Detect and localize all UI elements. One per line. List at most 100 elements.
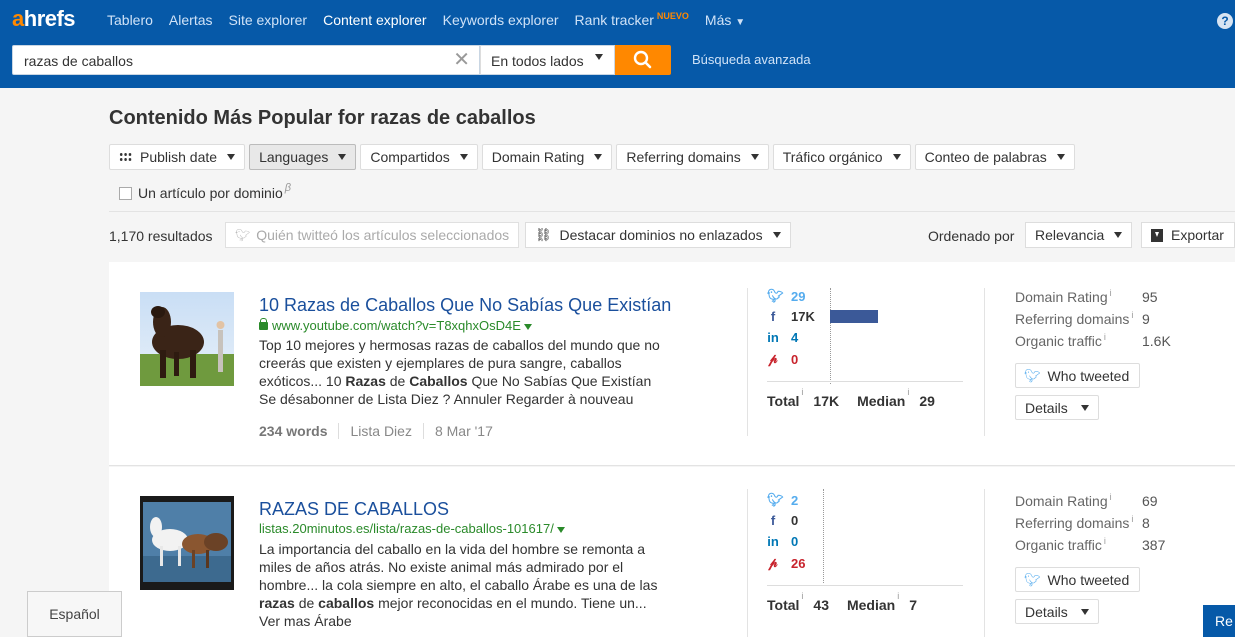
info-icon[interactable]: i: [801, 591, 803, 607]
snippet-text: La importancia del caballo en la vida de…: [259, 541, 658, 593]
twitter-icon: 🐦︎: [1024, 367, 1041, 383]
top-bar: ahrefs Tablero Alertas Site explorer Con…: [0, 0, 1235, 88]
info-icon[interactable]: i: [801, 387, 803, 403]
info-icon[interactable]: i: [1104, 332, 1106, 342]
chevron-down-icon: [892, 154, 901, 160]
search-scope-select[interactable]: En todos lados: [480, 45, 615, 75]
domain-metrics: Domain Rating i 95 Referring domains i 9 Org…: [1015, 288, 1171, 355]
filter-conteo-palabras[interactable]: Conteo de palabras: [914, 144, 1075, 170]
filter-languages[interactable]: Languages: [249, 144, 357, 170]
clear-icon[interactable]: ✕: [453, 49, 470, 71]
metric-referring-domains: Referring domains i 8: [1015, 514, 1150, 531]
twitter-shares: 🐦︎ 29: [767, 288, 806, 304]
chevron-down-icon: [556, 527, 565, 533]
details-button[interactable]: Details: [1015, 395, 1099, 420]
result-title-link[interactable]: 10 Razas de Caballos Que No Sabías Que E…: [259, 295, 671, 316]
snippet-text: de: [385, 373, 410, 389]
info-icon[interactable]: i: [1110, 492, 1112, 502]
result-snippet: La importancia del caballo en la vida de…: [259, 540, 669, 630]
details-button[interactable]: Details: [1015, 599, 1099, 624]
chevron-down-icon: [1114, 232, 1123, 238]
who-tweeted-button[interactable]: 🐦︎ Who tweeted: [1015, 363, 1141, 388]
ahrefs-logo[interactable]: ahrefs: [12, 6, 76, 32]
twitter-icon: 🐦︎: [1024, 571, 1041, 587]
language-selector[interactable]: Español: [27, 591, 122, 637]
main-nav: Tablero Alertas Site explorer Content ex…: [107, 11, 761, 28]
highlight-unlinked-button[interactable]: ⛓︎ Destacar dominios no enlazados: [525, 222, 791, 248]
info-icon[interactable]: i: [1131, 514, 1133, 524]
info-icon[interactable]: i: [1104, 536, 1106, 546]
filter-publish-date[interactable]: Publish date: [109, 144, 246, 170]
result-card: 10 Razas de Caballos Que No Sabías Que E…: [109, 262, 1235, 466]
beta-mark: β: [284, 182, 292, 194]
re-button[interactable]: Re: [1203, 605, 1235, 637]
filter-compartidos[interactable]: Compartidos: [360, 144, 478, 170]
search-input[interactable]: razas de caballos ✕: [12, 45, 480, 75]
publish-date: 8 Mar '17: [434, 423, 493, 439]
metric-domain-rating: Domain Rating i 69: [1015, 492, 1158, 509]
keyword-highlight: caballos: [318, 595, 375, 611]
pinterest-icon: 𝓅: [768, 555, 778, 570]
word-count: 234 words: [259, 423, 340, 439]
nav-content-explorer[interactable]: Content explorer: [323, 12, 427, 28]
calendar-grid-icon: [119, 152, 132, 162]
column-divider: [984, 288, 985, 436]
chevron-down-icon: [1056, 154, 1065, 160]
info-icon[interactable]: i: [897, 591, 899, 607]
result-thumbnail[interactable]: [140, 496, 234, 590]
divider: [109, 211, 1235, 212]
one-per-domain-label: Un artículo por dominio: [138, 185, 283, 201]
chevron-down-icon: [595, 54, 603, 60]
unlink-icon: ⛓︎: [535, 227, 552, 242]
result-url[interactable]: listas.20minutos.es/lista/razas-de-cabal…: [259, 521, 565, 536]
total-label: Total: [767, 597, 800, 613]
sort-select[interactable]: Relevancia: [1025, 222, 1133, 248]
lock-icon: [259, 318, 268, 330]
search-button[interactable]: [615, 45, 671, 75]
nav-tablero[interactable]: Tablero: [107, 12, 153, 28]
nav-site-explorer[interactable]: Site explorer: [229, 12, 308, 28]
who-tweeted-button[interactable]: 🐦︎ Who tweeted: [1015, 567, 1141, 592]
nav-rank-tracker[interactable]: Rank tracker NUEVO: [575, 11, 689, 28]
facebook-icon: f: [770, 513, 776, 528]
twitter-shares: 🐦︎ 2: [767, 492, 799, 508]
result-thumbnail[interactable]: [140, 292, 234, 386]
result-card: RAZAS DE CABALLOS listas.20minutos.es/li…: [109, 467, 1235, 637]
who-tweeted-selected-button[interactable]: 🐦︎ Quién twitteó los artículos selecciona…: [225, 222, 520, 248]
info-icon[interactable]: i: [907, 387, 909, 403]
snippet-text: de: [294, 595, 319, 611]
median-label: Median: [846, 597, 896, 613]
nav-more[interactable]: Más ▼: [705, 12, 745, 28]
twitter-icon: 🐦︎: [767, 288, 784, 303]
result-url[interactable]: www.youtube.com/watch?v=T8xqhxOsD4E: [259, 318, 532, 333]
keyword-highlight: razas: [259, 595, 295, 611]
result-snippet: Top 10 mejores y hermosas razas de cabal…: [259, 336, 669, 408]
keyword-highlight: Caballos: [409, 373, 468, 389]
author[interactable]: Lista Diez: [350, 423, 424, 439]
one-per-domain-toggle[interactable]: Un artículo por dominio β: [119, 182, 292, 201]
result-title-link[interactable]: RAZAS DE CABALLOS: [259, 499, 449, 520]
median-value: 7: [909, 597, 918, 613]
metric-organic-traffic: Organic traffic i 1.6K: [1015, 332, 1171, 349]
export-icon: [1151, 228, 1163, 242]
filter-trafico-organico[interactable]: Tráfico orgánico: [772, 144, 911, 170]
nav-alertas[interactable]: Alertas: [169, 12, 213, 28]
export-button[interactable]: Exportar: [1141, 222, 1235, 248]
facebook-shares: f 17K: [767, 309, 815, 324]
results-count: 1,170 resultados: [109, 228, 213, 244]
facebook-shares: f0: [767, 513, 798, 528]
info-icon[interactable]: i: [1131, 310, 1133, 320]
column-divider: [747, 288, 748, 436]
totals-divider: [767, 381, 963, 382]
median-line: [823, 489, 824, 583]
column-divider: [747, 489, 748, 637]
linkedin-icon: in: [767, 330, 779, 345]
one-per-domain-checkbox[interactable]: [119, 186, 132, 200]
advanced-search-link[interactable]: Búsqueda avanzada: [692, 52, 811, 67]
filter-referring-domains[interactable]: Referring domains: [616, 144, 769, 170]
search-scope-value: En todos lados: [491, 53, 584, 69]
info-icon[interactable]: i: [1110, 288, 1112, 298]
help-icon[interactable]: ?: [1217, 13, 1233, 29]
filter-domain-rating[interactable]: Domain Rating: [481, 144, 613, 170]
nav-keywords-explorer[interactable]: Keywords explorer: [443, 12, 559, 28]
